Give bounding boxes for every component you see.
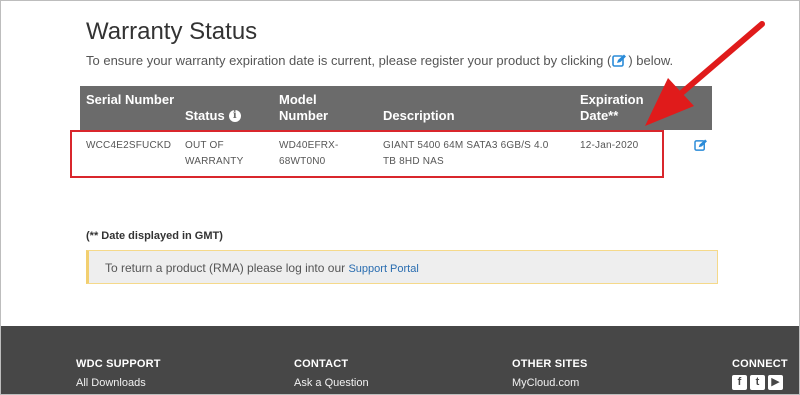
footer-heading: WDC SUPPORT — [76, 358, 161, 370]
support-portal-link[interactable]: Support Portal — [348, 263, 418, 275]
facebook-icon[interactable]: f — [732, 375, 747, 390]
footer-heading: CONNECT — [732, 358, 788, 370]
site-footer: WDC SUPPORT All Downloads CONTACT Ask a … — [0, 326, 800, 395]
footer-link-ask-question[interactable]: Ask a Question — [294, 377, 369, 389]
rma-notice-text: To return a product (RMA) please log int… — [105, 261, 419, 275]
footer-column-contact: CONTACT Ask a Question — [294, 358, 369, 389]
rma-notice: To return a product (RMA) please log int… — [86, 250, 718, 284]
gmt-footnote: (** Date displayed in GMT) — [86, 230, 223, 242]
footer-link-all-downloads[interactable]: All Downloads — [76, 377, 161, 389]
footer-column-other-sites: OTHER SITES MyCloud.com — [512, 358, 588, 389]
footer-column-connect: CONNECT f t ▶ — [732, 358, 788, 390]
footer-link-mycloud[interactable]: MyCloud.com — [512, 377, 588, 389]
youtube-icon[interactable]: ▶ — [768, 375, 783, 390]
footer-heading: OTHER SITES — [512, 358, 588, 370]
social-links: f t ▶ — [732, 375, 788, 390]
footer-heading: CONTACT — [294, 358, 349, 370]
footer-column-wdc-support: WDC SUPPORT All Downloads — [76, 358, 161, 389]
rma-notice-label: To return a product (RMA) please log int… — [105, 261, 346, 275]
twitter-icon[interactable]: t — [750, 375, 765, 390]
